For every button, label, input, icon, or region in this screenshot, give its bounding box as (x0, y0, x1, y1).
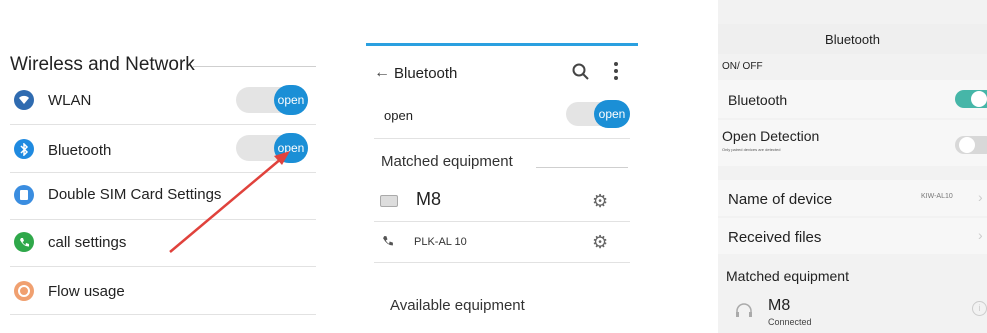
device-row-plk[interactable]: PLK-AL 10 ⚙ (366, 226, 638, 260)
device-name: M8 (768, 297, 791, 314)
row-label: Open Detection (722, 128, 820, 144)
divider (374, 221, 630, 222)
row-label: Name of device (728, 191, 833, 208)
info-icon[interactable]: i (972, 301, 987, 316)
available-heading: Available equipment (390, 297, 525, 314)
open-label: open (384, 108, 413, 123)
row-label: Received files (728, 229, 822, 246)
divider (374, 138, 630, 139)
device-name: PLK-AL 10 (414, 236, 467, 248)
settings-item-wlan[interactable]: WLAN open (0, 80, 320, 120)
received-files-row[interactable]: Received files › (718, 218, 987, 254)
bluetooth-toggle[interactable]: open (566, 100, 630, 128)
divider (10, 124, 316, 125)
back-button[interactable]: ← Bluetooth (374, 62, 457, 84)
settings-item-flow-usage[interactable]: Flow usage (0, 272, 320, 312)
bluetooth-icon (14, 139, 34, 159)
sim-card-icon (14, 185, 34, 205)
settings-item-label: Bluetooth (48, 142, 112, 159)
search-icon[interactable] (572, 63, 590, 86)
bluetooth-settings-panel: Bluetooth ON/ OFF Bluetooth Open Detecti… (718, 0, 987, 333)
more-options-icon[interactable] (614, 62, 618, 80)
device-name: M8 (416, 189, 442, 209)
settings-item-label: Flow usage (48, 283, 125, 300)
settings-item-label: call settings (48, 234, 127, 251)
phone-icon (14, 232, 34, 252)
headphones-icon (734, 302, 754, 323)
open-detection-row[interactable]: Open Detection Only paired devices are d… (718, 120, 987, 166)
device-name-row[interactable]: Name of device KIW-AL10 › (718, 180, 987, 216)
panel-title: Bluetooth (825, 32, 880, 47)
divider (10, 314, 316, 315)
divider (10, 172, 316, 173)
settings-item-call[interactable]: call settings (0, 223, 320, 263)
bluetooth-toggle[interactable] (955, 90, 987, 108)
device-name-value: KIW-AL10 (921, 193, 953, 200)
bluetooth-panel: ← Bluetooth open open Matched equipment … (366, 0, 638, 333)
bluetooth-row[interactable]: Bluetooth (718, 80, 987, 118)
open-row[interactable]: open open (366, 96, 638, 132)
settings-item-sim[interactable]: Double SIM Card Settings (0, 176, 320, 216)
wireless-network-panel: Wireless and Network WLAN open Bluetooth… (0, 0, 320, 333)
settings-item-bluetooth[interactable]: Bluetooth open (0, 130, 320, 170)
toggle-knob: open (274, 85, 308, 115)
device-row-m8[interactable]: M8 Connected i (718, 288, 987, 333)
title-divider (192, 66, 316, 67)
data-usage-icon (14, 281, 34, 301)
heading-divider (536, 167, 628, 168)
settings-item-label: Double SIM Card Settings (48, 186, 222, 203)
matched-heading: Matched equipment (726, 268, 849, 284)
header-title: Bluetooth (394, 64, 458, 82)
row-label: Bluetooth (728, 92, 788, 108)
divider (10, 266, 316, 267)
toggle-knob: open (274, 133, 308, 163)
wifi-icon (14, 90, 34, 110)
open-detection-toggle[interactable] (955, 136, 987, 154)
section-onoff: ON/ OFF (722, 61, 763, 72)
settings-item-label: WLAN (48, 92, 92, 109)
wlan-toggle[interactable]: open (236, 85, 308, 115)
keyboard-icon (380, 195, 398, 207)
bluetooth-toggle[interactable]: open (236, 133, 308, 163)
phone-icon (382, 234, 394, 252)
panel-title: Wireless and Network (10, 54, 195, 75)
top-accent-bar (366, 43, 638, 46)
device-status: Connected (768, 317, 812, 327)
device-row-m8[interactable]: M8 ⚙ (366, 183, 638, 219)
row-sublabel: Only paired devices are detected (722, 147, 781, 152)
chevron-right-icon: › (978, 227, 983, 243)
divider (10, 219, 316, 220)
chevron-right-icon: › (978, 189, 983, 205)
gear-icon[interactable]: ⚙ (592, 232, 608, 253)
divider (374, 262, 630, 263)
panel-title-bar: Bluetooth (718, 24, 987, 54)
gear-icon[interactable]: ⚙ (592, 191, 608, 212)
toggle-knob: open (594, 100, 630, 128)
matched-heading: Matched equipment (381, 153, 513, 170)
back-arrow-icon: ← (374, 64, 390, 81)
